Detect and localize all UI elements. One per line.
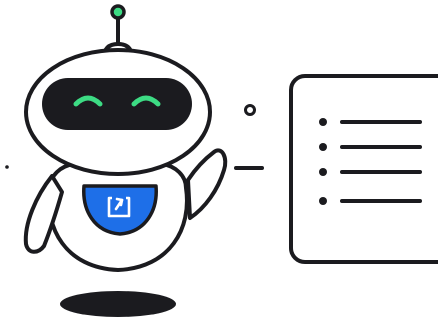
antenna-tip	[110, 4, 126, 20]
list-document-icon	[289, 74, 438, 264]
robot-arm-left	[23, 174, 64, 254]
ground-shadow	[60, 291, 176, 317]
robot-face-screen	[42, 78, 192, 130]
robot-illustration	[5, 4, 438, 317]
robot-arm-right	[186, 148, 228, 220]
decor-dot-left	[5, 165, 9, 169]
illustration-stage	[0, 0, 438, 323]
decor-ring	[244, 104, 256, 116]
